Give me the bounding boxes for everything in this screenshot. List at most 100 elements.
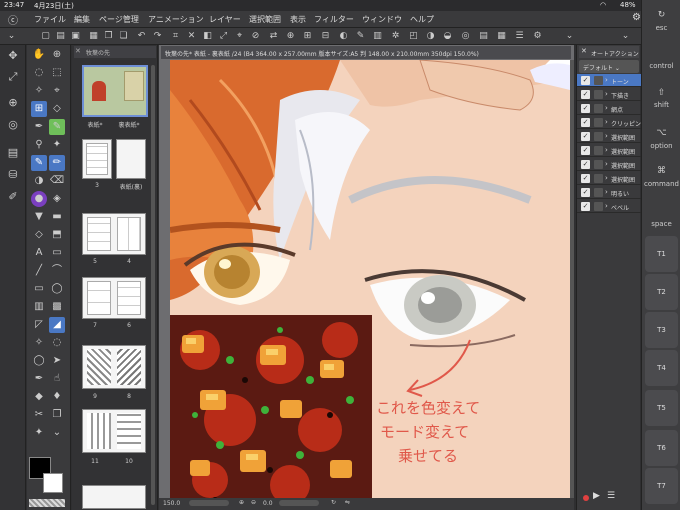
chevron-right-icon[interactable]: › [605,104,608,112]
move-icon[interactable]: ✥ [5,48,21,64]
flip-icon[interactable]: ⇋ [345,499,350,506]
command-key[interactable]: command [644,180,679,188]
t7-key[interactable]: T7 [645,468,678,504]
navigator-icon[interactable]: ▦ [496,31,507,42]
rotate-icon[interactable]: ↻ [644,10,679,20]
check-icon[interactable]: ✓ [581,132,590,141]
menu-view[interactable]: 表示 [290,14,306,25]
gradient-icon[interactable]: ▥ [31,299,47,315]
crop-icon[interactable]: ⌗ [170,31,181,42]
slash-icon[interactable]: ◢ [49,317,65,333]
chevron-right-icon[interactable]: › [605,132,608,140]
brush-icon[interactable]: ✎ [355,31,366,42]
check-icon[interactable]: ✓ [581,188,590,197]
check-icon[interactable]: ✓ [581,146,590,155]
option-key[interactable]: option [644,142,679,150]
paste-icon[interactable]: ❏ [118,31,129,42]
check-icon[interactable]: ✓ [581,174,590,183]
shape-icon[interactable]: ◇ [49,101,65,117]
menu-help[interactable]: ヘルプ [410,14,434,25]
frame-icon[interactable]: ⬒ [49,227,65,243]
menu-window[interactable]: ウィンドウ [362,14,402,25]
sparkle-icon[interactable]: ✦ [49,137,65,153]
close-icon[interactable]: ✕ [581,47,587,55]
magic-wand-icon[interactable]: ✧ [31,83,47,99]
text-icon[interactable]: A [31,245,47,261]
page-thumb-cover[interactable] [82,65,148,117]
deselect-icon[interactable]: ⊘ [250,31,261,42]
export-icon[interactable]: ▦ [88,31,99,42]
layer-move-icon[interactable]: ▤ [5,145,21,161]
action-row[interactable]: ✓ › 選択範囲 [577,144,641,157]
cursor-icon[interactable]: ➤ [49,353,65,369]
layer-icon[interactable]: ◰ [408,31,419,42]
chevron-down-icon[interactable]: ⌄ [49,425,65,441]
menu-edit[interactable]: 編集 [74,14,90,25]
rotation-value[interactable]: 0.0 [263,500,273,507]
control-key[interactable]: control [644,62,679,70]
chevron-right-icon[interactable]: › [605,188,608,196]
eyedropper-icon[interactable]: ⌖ [49,83,65,99]
curve-icon[interactable]: ⌒ [49,263,65,279]
rotate-icon[interactable]: ↻ [331,499,336,506]
hand-icon[interactable]: ✋ [31,47,47,63]
app-logo-icon[interactable]: ⓒ [8,12,18,27]
document-tab[interactable]: 牧葉の先* 表紙 - 裏表紙 /24 (B4 364.00 x 257.00mm… [161,46,571,59]
chevron-right-icon[interactable]: › [605,118,608,126]
magnify-icon[interactable]: ⊕ [49,47,65,63]
chevron-down-icon[interactable]: ⌄ [564,31,575,42]
chevron-right-icon[interactable]: › [605,202,608,210]
check-icon[interactable]: ✓ [581,160,590,169]
t2-key[interactable]: T2 [645,274,678,310]
ruler-icon[interactable]: ◸ [31,317,47,333]
expand-toggle[interactable] [594,160,603,169]
gear-icon[interactable]: ⚙ [532,31,543,42]
chevron-right-icon[interactable]: › [605,76,608,84]
expand-toggle[interactable] [594,90,603,99]
redo-icon[interactable]: ↷ [152,31,163,42]
operation-icon[interactable]: ◎ [5,117,21,133]
page-thumb-7-6[interactable] [82,277,146,319]
pencil-icon[interactable]: ✏ [49,155,65,171]
eyedropper-icon[interactable]: ⌖ [234,31,245,42]
t5-key[interactable]: T5 [645,390,678,426]
lasso-icon[interactable]: ◌ [31,65,47,81]
bubble-icon[interactable]: ◯ [31,353,47,369]
action-row[interactable]: ✓ › 網点 [577,102,641,115]
zoom-value[interactable]: 150.0 [163,500,180,507]
shape-icon[interactable]: ◇ [31,227,47,243]
page-panel-scrollbar[interactable] [151,65,155,505]
action-row[interactable]: ✓ › トーン [577,74,641,87]
action-row[interactable]: ✓ › ベベル [577,200,641,213]
menu-file[interactable]: ファイル [34,14,66,25]
menu-icon[interactable]: ☰ [607,491,615,501]
grid-icon[interactable]: ⊟ [320,31,331,42]
close-icon[interactable]: ✕ [75,47,81,55]
new-document-icon[interactable]: ▢ [40,31,51,42]
save-icon[interactable]: ▣ [70,31,81,42]
smudge-icon[interactable]: ☝ [49,371,65,387]
settings-icon[interactable]: ⚙ [632,12,641,23]
t4-key[interactable]: T4 [645,350,678,386]
menu-page[interactable]: ページ管理 [99,14,139,25]
fill-bucket-icon[interactable]: ◐ [338,31,349,42]
expand-toggle[interactable] [594,76,603,85]
expand-toggle[interactable] [594,202,603,211]
blend-icon[interactable]: ◑ [31,173,47,189]
canvas-vertical-scrollbar[interactable] [570,60,574,498]
expand-toggle[interactable] [594,118,603,127]
page-panel-tab[interactable]: 牧葉の先 [74,46,156,58]
t6-key[interactable]: T6 [645,430,678,466]
expand-toggle[interactable] [594,174,603,183]
menu-animation[interactable]: アニメーション [148,14,204,25]
clear-icon[interactable]: ✕ [186,31,197,42]
color-icon[interactable]: ◑ [425,31,436,42]
star-icon[interactable]: ✧ [31,335,47,351]
page-thumb-9-8[interactable] [82,345,146,389]
chevron-down-icon[interactable]: ⌄ [620,31,631,42]
esc-key[interactable]: esc [644,24,679,32]
zoom-out-icon[interactable]: ⊖ [251,499,256,506]
decoration-icon[interactable]: ● [31,191,47,207]
play-icon[interactable]: ▶ [593,491,600,501]
expand-toggle[interactable] [594,132,603,141]
